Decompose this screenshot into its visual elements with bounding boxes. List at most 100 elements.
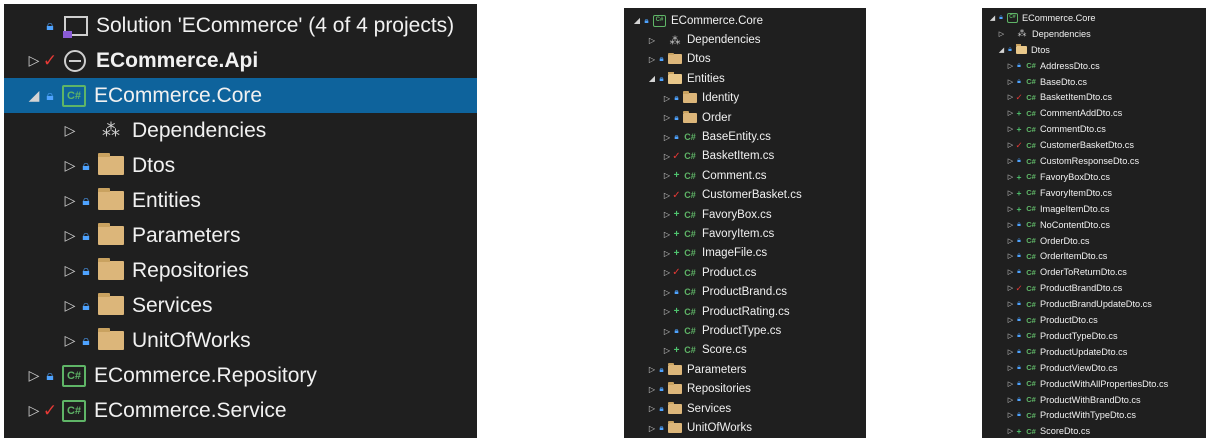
expand-arrow-icon[interactable]: ▷ xyxy=(1006,141,1015,149)
tree-item-productdto-cs[interactable]: ▷ 🔒︎ C# ProductDto.cs xyxy=(982,312,1206,328)
tree-item-ecommerce-core[interactable]: ◢ 🔒︎ C# ECommerce.Core xyxy=(4,78,477,113)
collapse-arrow-icon[interactable]: ◢ xyxy=(632,16,642,25)
expand-arrow-icon[interactable]: ▷ xyxy=(1006,364,1015,372)
expand-arrow-icon[interactable]: ▷ xyxy=(997,30,1006,38)
expand-arrow-icon[interactable]: ▷ xyxy=(1006,93,1015,101)
expand-arrow-icon[interactable]: ▷ xyxy=(1006,157,1015,165)
tree-item-productviewdto-cs[interactable]: ▷ 🔒︎ C# ProductViewDto.cs xyxy=(982,360,1206,376)
expand-arrow-icon[interactable]: ▷ xyxy=(662,113,672,122)
tree-item-productupdatedto-cs[interactable]: ▷ 🔒︎ C# ProductUpdateDto.cs xyxy=(982,344,1206,360)
expand-arrow-icon[interactable]: ▷ xyxy=(1006,411,1015,419)
expand-arrow-icon[interactable]: ▷ xyxy=(1006,300,1015,308)
tree-item-productbranddto-cs[interactable]: ▷ ✓ C# ProductBrandDto.cs xyxy=(982,280,1206,296)
tree-item-imageitemdto-cs[interactable]: ▷ + C# ImageItemDto.cs xyxy=(982,201,1206,217)
tree-item-services[interactable]: ▷ 🔒︎ Services xyxy=(624,399,866,418)
tree-item-parameters[interactable]: ▷ 🔒︎ Parameters xyxy=(624,360,866,379)
tree-item-addressdto-cs[interactable]: ▷ 🔒︎ C# AddressDto.cs xyxy=(982,58,1206,74)
tree-item-commentadddto-cs[interactable]: ▷ + C# CommentAddDto.cs xyxy=(982,105,1206,121)
expand-arrow-icon[interactable]: ▷ xyxy=(1006,109,1015,117)
expand-arrow-icon[interactable]: ▷ xyxy=(1006,221,1015,229)
tree-item-productrating-cs[interactable]: ▷ + C# ProductRating.cs xyxy=(624,302,866,321)
expand-arrow-icon[interactable]: ▷ xyxy=(1006,237,1015,245)
tree-item-repositories[interactable]: ▷ 🔒︎ Repositories xyxy=(4,253,477,288)
tree-item-ecommerce-service[interactable]: ▷ ✓ C# ECommerce.Service xyxy=(4,393,477,428)
expand-arrow-icon[interactable]: ▷ xyxy=(647,404,657,413)
tree-item-customresponsedto-cs[interactable]: ▷ 🔒︎ C# CustomResponseDto.cs xyxy=(982,153,1206,169)
tree-item-productbrand-cs[interactable]: ▷ 🔒︎ C# ProductBrand.cs xyxy=(624,283,866,302)
tree-item-dependencies[interactable]: ▷ ⁂ Dependencies xyxy=(982,26,1206,42)
tree-item-nocontentdto-cs[interactable]: ▷ 🔒︎ C# NoContentDto.cs xyxy=(982,217,1206,233)
tree-item-customerbasketdto-cs[interactable]: ▷ ✓ C# CustomerBasketDto.cs xyxy=(982,137,1206,153)
expand-arrow-icon[interactable]: ▷ xyxy=(62,332,78,349)
tree-item-orderdto-cs[interactable]: ▷ 🔒︎ C# OrderDto.cs xyxy=(982,233,1206,249)
tree-item-dtos[interactable]: ◢ 🔒︎ Dtos xyxy=(982,42,1206,58)
expand-arrow-icon[interactable]: ▷ xyxy=(1006,62,1015,70)
tree-item-ecommerce-core[interactable]: ◢ 🔒︎ C# ECommerce.Core xyxy=(624,11,866,30)
expand-arrow-icon[interactable]: ▷ xyxy=(1006,252,1015,260)
tree-item-productwithallpropertiesdto-cs[interactable]: ▷ 🔒︎ C# ProductWithAllPropertiesDto.cs xyxy=(982,376,1206,392)
tree-item-basedto-cs[interactable]: ▷ 🔒︎ C# BaseDto.cs xyxy=(982,74,1206,90)
tree-item-comment-cs[interactable]: ▷ + C# Comment.cs xyxy=(624,166,866,185)
tree-item-baseentity-cs[interactable]: ▷ 🔒︎ C# BaseEntity.cs xyxy=(624,127,866,146)
expand-arrow-icon[interactable]: ▷ xyxy=(1006,332,1015,340)
collapse-arrow-icon[interactable]: ◢ xyxy=(26,87,42,104)
expand-arrow-icon[interactable]: ▷ xyxy=(1006,380,1015,388)
collapse-arrow-icon[interactable]: ◢ xyxy=(988,14,997,22)
tree-item-favorybox-cs[interactable]: ▷ + C# FavoryBox.cs xyxy=(624,205,866,224)
expand-arrow-icon[interactable]: ▷ xyxy=(62,262,78,279)
expand-arrow-icon[interactable]: ▷ xyxy=(647,385,657,394)
tree-item-repositories[interactable]: ▷ 🔒︎ Repositories xyxy=(624,380,866,399)
expand-arrow-icon[interactable]: ▷ xyxy=(662,307,672,316)
tree-item-ecommerce-api[interactable]: ▷ ✓ ECommerce.Api xyxy=(4,43,477,78)
tree-item-productbrandupdatedto-cs[interactable]: ▷ 🔒︎ C# ProductBrandUpdateDto.cs xyxy=(982,296,1206,312)
expand-arrow-icon[interactable]: ▷ xyxy=(1006,125,1015,133)
expand-arrow-icon[interactable]: ▷ xyxy=(26,402,42,419)
expand-arrow-icon[interactable]: ▷ xyxy=(647,424,657,433)
expand-arrow-icon[interactable]: ▷ xyxy=(1006,396,1015,404)
tree-item-favoryitem-cs[interactable]: ▷ + C# FavoryItem.cs xyxy=(624,224,866,243)
tree-item-entities[interactable]: ◢ 🔒︎ Entities xyxy=(624,69,866,88)
expand-arrow-icon[interactable]: ▷ xyxy=(662,94,672,103)
expand-arrow-icon[interactable]: ▷ xyxy=(1006,348,1015,356)
expand-arrow-icon[interactable]: ▷ xyxy=(662,346,672,355)
tree-item-favoryboxdto-cs[interactable]: ▷ + C# FavoryBoxDto.cs xyxy=(982,169,1206,185)
tree-item-order[interactable]: ▷ 🔒︎ Order xyxy=(624,108,866,127)
expand-arrow-icon[interactable]: ▷ xyxy=(62,157,78,174)
tree-item-ordertoreturndto-cs[interactable]: ▷ 🔒︎ C# OrderToReturnDto.cs xyxy=(982,264,1206,280)
expand-arrow-icon[interactable]: ▷ xyxy=(26,367,42,384)
tree-item-dependencies[interactable]: ▷ ⁂ Dependencies xyxy=(624,30,866,49)
expand-arrow-icon[interactable]: ▷ xyxy=(62,227,78,244)
tree-item-ecommerce-repository[interactable]: ▷ 🔒︎ C# ECommerce.Repository xyxy=(4,358,477,393)
tree-item-dtos[interactable]: ▷ 🔒︎ Dtos xyxy=(624,50,866,69)
expand-arrow-icon[interactable]: ▷ xyxy=(662,191,672,200)
expand-arrow-icon[interactable]: ▷ xyxy=(662,288,672,297)
expand-arrow-icon[interactable]: ▷ xyxy=(1006,268,1015,276)
tree-item-dtos[interactable]: ▷ 🔒︎ Dtos xyxy=(4,148,477,183)
tree-item-productwithbranddto-cs[interactable]: ▷ 🔒︎ C# ProductWithBrandDto.cs xyxy=(982,392,1206,408)
expand-arrow-icon[interactable]: ▷ xyxy=(1006,173,1015,181)
expand-arrow-icon[interactable]: ▷ xyxy=(662,171,672,180)
tree-item-scoredto-cs[interactable]: ▷ + C# ScoreDto.cs xyxy=(982,423,1206,438)
tree-item-commentdto-cs[interactable]: ▷ + C# CommentDto.cs xyxy=(982,121,1206,137)
collapse-arrow-icon[interactable]: ◢ xyxy=(997,46,1006,54)
tree-item-customerbasket-cs[interactable]: ▷ ✓ C# CustomerBasket.cs xyxy=(624,186,866,205)
tree-item-ecommerce-core[interactable]: ◢ 🔒︎ C# ECommerce.Core xyxy=(982,10,1206,26)
expand-arrow-icon[interactable]: ▷ xyxy=(62,122,78,139)
expand-arrow-icon[interactable]: ▷ xyxy=(62,192,78,209)
tree-item-orderitemdto-cs[interactable]: ▷ 🔒︎ C# OrderItemDto.cs xyxy=(982,249,1206,265)
expand-arrow-icon[interactable]: ▷ xyxy=(62,297,78,314)
expand-arrow-icon[interactable]: ▷ xyxy=(662,133,672,142)
tree-item-producttype-cs[interactable]: ▷ 🔒︎ C# ProductType.cs xyxy=(624,321,866,340)
tree-item-basketitemdto-cs[interactable]: ▷ ✓ C# BasketItemDto.cs xyxy=(982,90,1206,106)
collapse-arrow-icon[interactable]: ◢ xyxy=(647,74,657,83)
expand-arrow-icon[interactable]: ▷ xyxy=(647,36,657,45)
tree-item-favoryitemdto-cs[interactable]: ▷ + C# FavoryItemDto.cs xyxy=(982,185,1206,201)
expand-arrow-icon[interactable]: ▷ xyxy=(1006,284,1015,292)
expand-arrow-icon[interactable]: ▷ xyxy=(662,230,672,239)
tree-item-basketitem-cs[interactable]: ▷ ✓ C# BasketItem.cs xyxy=(624,147,866,166)
tree-item-imagefile-cs[interactable]: ▷ + C# ImageFile.cs xyxy=(624,244,866,263)
tree-item-entities[interactable]: ▷ 🔒︎ Entities xyxy=(4,183,477,218)
tree-item-score-cs[interactable]: ▷ + C# Score.cs xyxy=(624,341,866,360)
tree-item-services[interactable]: ▷ 🔒︎ Services xyxy=(4,288,477,323)
expand-arrow-icon[interactable]: ▷ xyxy=(1006,189,1015,197)
